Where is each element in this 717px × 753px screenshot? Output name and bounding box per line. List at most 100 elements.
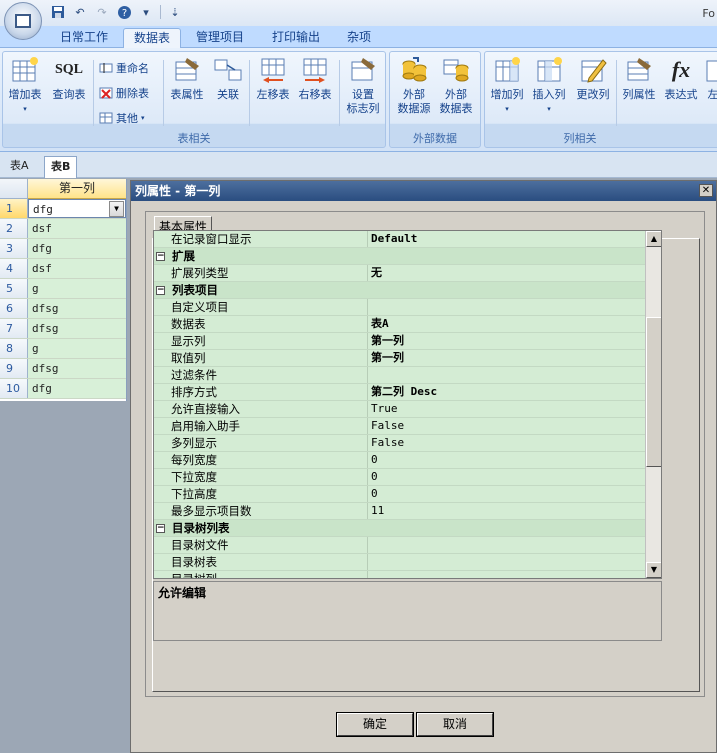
add-column-button[interactable]: 增加列 ▾	[487, 56, 527, 116]
table-row[interactable]: 4 dsf	[0, 259, 126, 279]
property-row[interactable]: 最多显示项目数 11	[154, 503, 661, 520]
property-value[interactable]	[368, 537, 661, 553]
property-value[interactable]	[368, 367, 661, 383]
property-value[interactable]: 11	[368, 503, 661, 519]
property-value[interactable]: False	[368, 435, 661, 451]
row-number[interactable]: 3	[0, 239, 28, 258]
category-header[interactable]: − 列表项目	[154, 282, 661, 298]
table-row[interactable]: 2 dsf	[0, 219, 126, 239]
relation-button[interactable]: 关联	[208, 56, 248, 102]
property-value[interactable]: 第一列	[368, 350, 661, 366]
property-value[interactable]: True	[368, 401, 661, 417]
scroll-thumb[interactable]	[646, 317, 661, 467]
property-category[interactable]: − 目录树列表	[154, 520, 661, 537]
property-value[interactable]	[368, 299, 661, 315]
property-row[interactable]: 目录树表	[154, 554, 661, 571]
property-row[interactable]: 扩展列类型无	[154, 265, 661, 282]
collapse-minus-icon[interactable]: −	[156, 285, 165, 295]
add-table-button[interactable]: 增加表 ▾	[5, 56, 45, 116]
table-cell[interactable]: dfg ▼	[28, 199, 126, 218]
category-header[interactable]: − 扩展	[154, 248, 661, 264]
table-row[interactable]: 9 dfsg	[0, 359, 126, 379]
undo-icon[interactable]: ↶	[72, 4, 88, 20]
table-cell[interactable]: dsf	[28, 259, 126, 278]
property-row[interactable]: 启用输入助手 False	[154, 418, 661, 435]
property-value[interactable]: 表A	[368, 316, 661, 332]
insert-column-button[interactable]: 插入列 ▾	[529, 56, 569, 116]
help-icon[interactable]: ?	[116, 4, 132, 20]
collapse-minus-icon[interactable]: −	[156, 523, 165, 533]
property-value[interactable]: False	[368, 418, 661, 434]
row-number[interactable]: 8	[0, 339, 28, 358]
table-cell[interactable]: dfg	[28, 379, 126, 398]
property-row[interactable]: 允许直接输入 True	[154, 401, 661, 418]
expression-button[interactable]: fx 表达式	[661, 56, 701, 102]
property-value[interactable]: 0	[368, 486, 661, 502]
cut-off-column-button[interactable]: 左	[703, 56, 717, 102]
close-icon[interactable]: ✕	[699, 184, 713, 197]
query-table-button[interactable]: SQL 查询表	[49, 56, 89, 102]
row-number[interactable]: 10	[0, 379, 28, 398]
property-category[interactable]: − 扩展	[154, 248, 661, 265]
property-row[interactable]: 自定义项目	[154, 299, 661, 316]
tab-manage-project[interactable]: 管理项目	[186, 28, 254, 48]
property-row[interactable]: 下拉宽度 0	[154, 469, 661, 486]
property-grid-scrollbar[interactable]: ▲ ▼	[645, 231, 661, 578]
sheet-tab-a[interactable]: 表A	[4, 156, 35, 178]
table-cell[interactable]: dfsg	[28, 319, 126, 338]
other-button[interactable]: 其他 ▾	[99, 108, 145, 128]
scroll-down-arrow-icon[interactable]: ▼	[646, 562, 661, 578]
app-menu-button[interactable]	[4, 2, 42, 40]
property-row[interactable]: 每列宽度 0	[154, 452, 661, 469]
column-props-button[interactable]: 列属性	[619, 56, 659, 102]
move-table-left-button[interactable]: 左移表	[253, 56, 293, 102]
property-row[interactable]: 排序方式 第二列 Desc	[154, 384, 661, 401]
table-cell[interactable]: dfsg	[28, 299, 126, 318]
table-row[interactable]: 3 dfg	[0, 239, 126, 259]
property-row[interactable]: 多列显示 False	[154, 435, 661, 452]
property-value[interactable]: 0	[368, 469, 661, 485]
table-cell[interactable]: dfsg	[28, 359, 126, 378]
combo-dropdown-arrow-icon[interactable]: ▼	[109, 201, 124, 217]
table-cell[interactable]: dfg	[28, 239, 126, 258]
row-number[interactable]: 2	[0, 219, 28, 238]
save-icon[interactable]	[50, 4, 66, 20]
scroll-up-arrow-icon[interactable]: ▲	[646, 231, 661, 247]
column-header-first[interactable]: 第一列	[28, 179, 126, 199]
change-column-button[interactable]: 更改列	[573, 56, 613, 102]
table-row[interactable]: 5g	[0, 279, 126, 299]
property-row[interactable]: 目录树文件	[154, 537, 661, 554]
property-value[interactable]: 无	[368, 265, 661, 281]
property-value[interactable]	[368, 571, 661, 578]
customize-qat-icon[interactable]: ⇣	[167, 4, 183, 20]
property-row[interactable]: 数据表 表A	[154, 316, 661, 333]
table-row[interactable]: 1 dfg ▼	[0, 199, 126, 219]
row-number[interactable]: 4	[0, 259, 28, 278]
row-number[interactable]: 9	[0, 359, 28, 378]
redo-icon[interactable]: ↷	[94, 4, 110, 20]
row-number[interactable]: 6	[0, 299, 28, 318]
property-row[interactable]: 下拉高度 0	[154, 486, 661, 503]
property-value[interactable]: Default	[368, 231, 661, 247]
property-row[interactable]: 显示列 第一列	[154, 333, 661, 350]
table-cell[interactable]: dsf	[28, 219, 126, 238]
property-value[interactable]: 第二列 Desc	[368, 384, 661, 400]
property-row[interactable]: 取值列 第一列	[154, 350, 661, 367]
row-number[interactable]: 1	[0, 199, 28, 218]
property-value[interactable]: 第一列	[368, 333, 661, 349]
row-number[interactable]: 5	[0, 279, 28, 298]
property-row[interactable]: 在记录窗口显示 Default	[154, 231, 661, 248]
grid-corner[interactable]	[0, 179, 28, 199]
delete-table-button[interactable]: 删除表	[99, 83, 149, 103]
set-flag-column-button[interactable]: 设置 标志列	[343, 56, 383, 116]
collapse-minus-icon[interactable]: −	[156, 251, 165, 261]
tab-misc[interactable]: 杂项	[337, 28, 381, 48]
sheet-tab-b[interactable]: 表B	[44, 156, 78, 178]
table-row[interactable]: 7 dfsg	[0, 319, 126, 339]
tab-print-output[interactable]: 打印输出	[262, 28, 330, 48]
row-number[interactable]: 7	[0, 319, 28, 338]
property-value[interactable]	[368, 554, 661, 570]
category-header[interactable]: − 目录树列表	[154, 520, 661, 536]
property-row[interactable]: 目录树列	[154, 571, 661, 578]
external-source-button[interactable]: 外部 数据源	[394, 56, 434, 116]
